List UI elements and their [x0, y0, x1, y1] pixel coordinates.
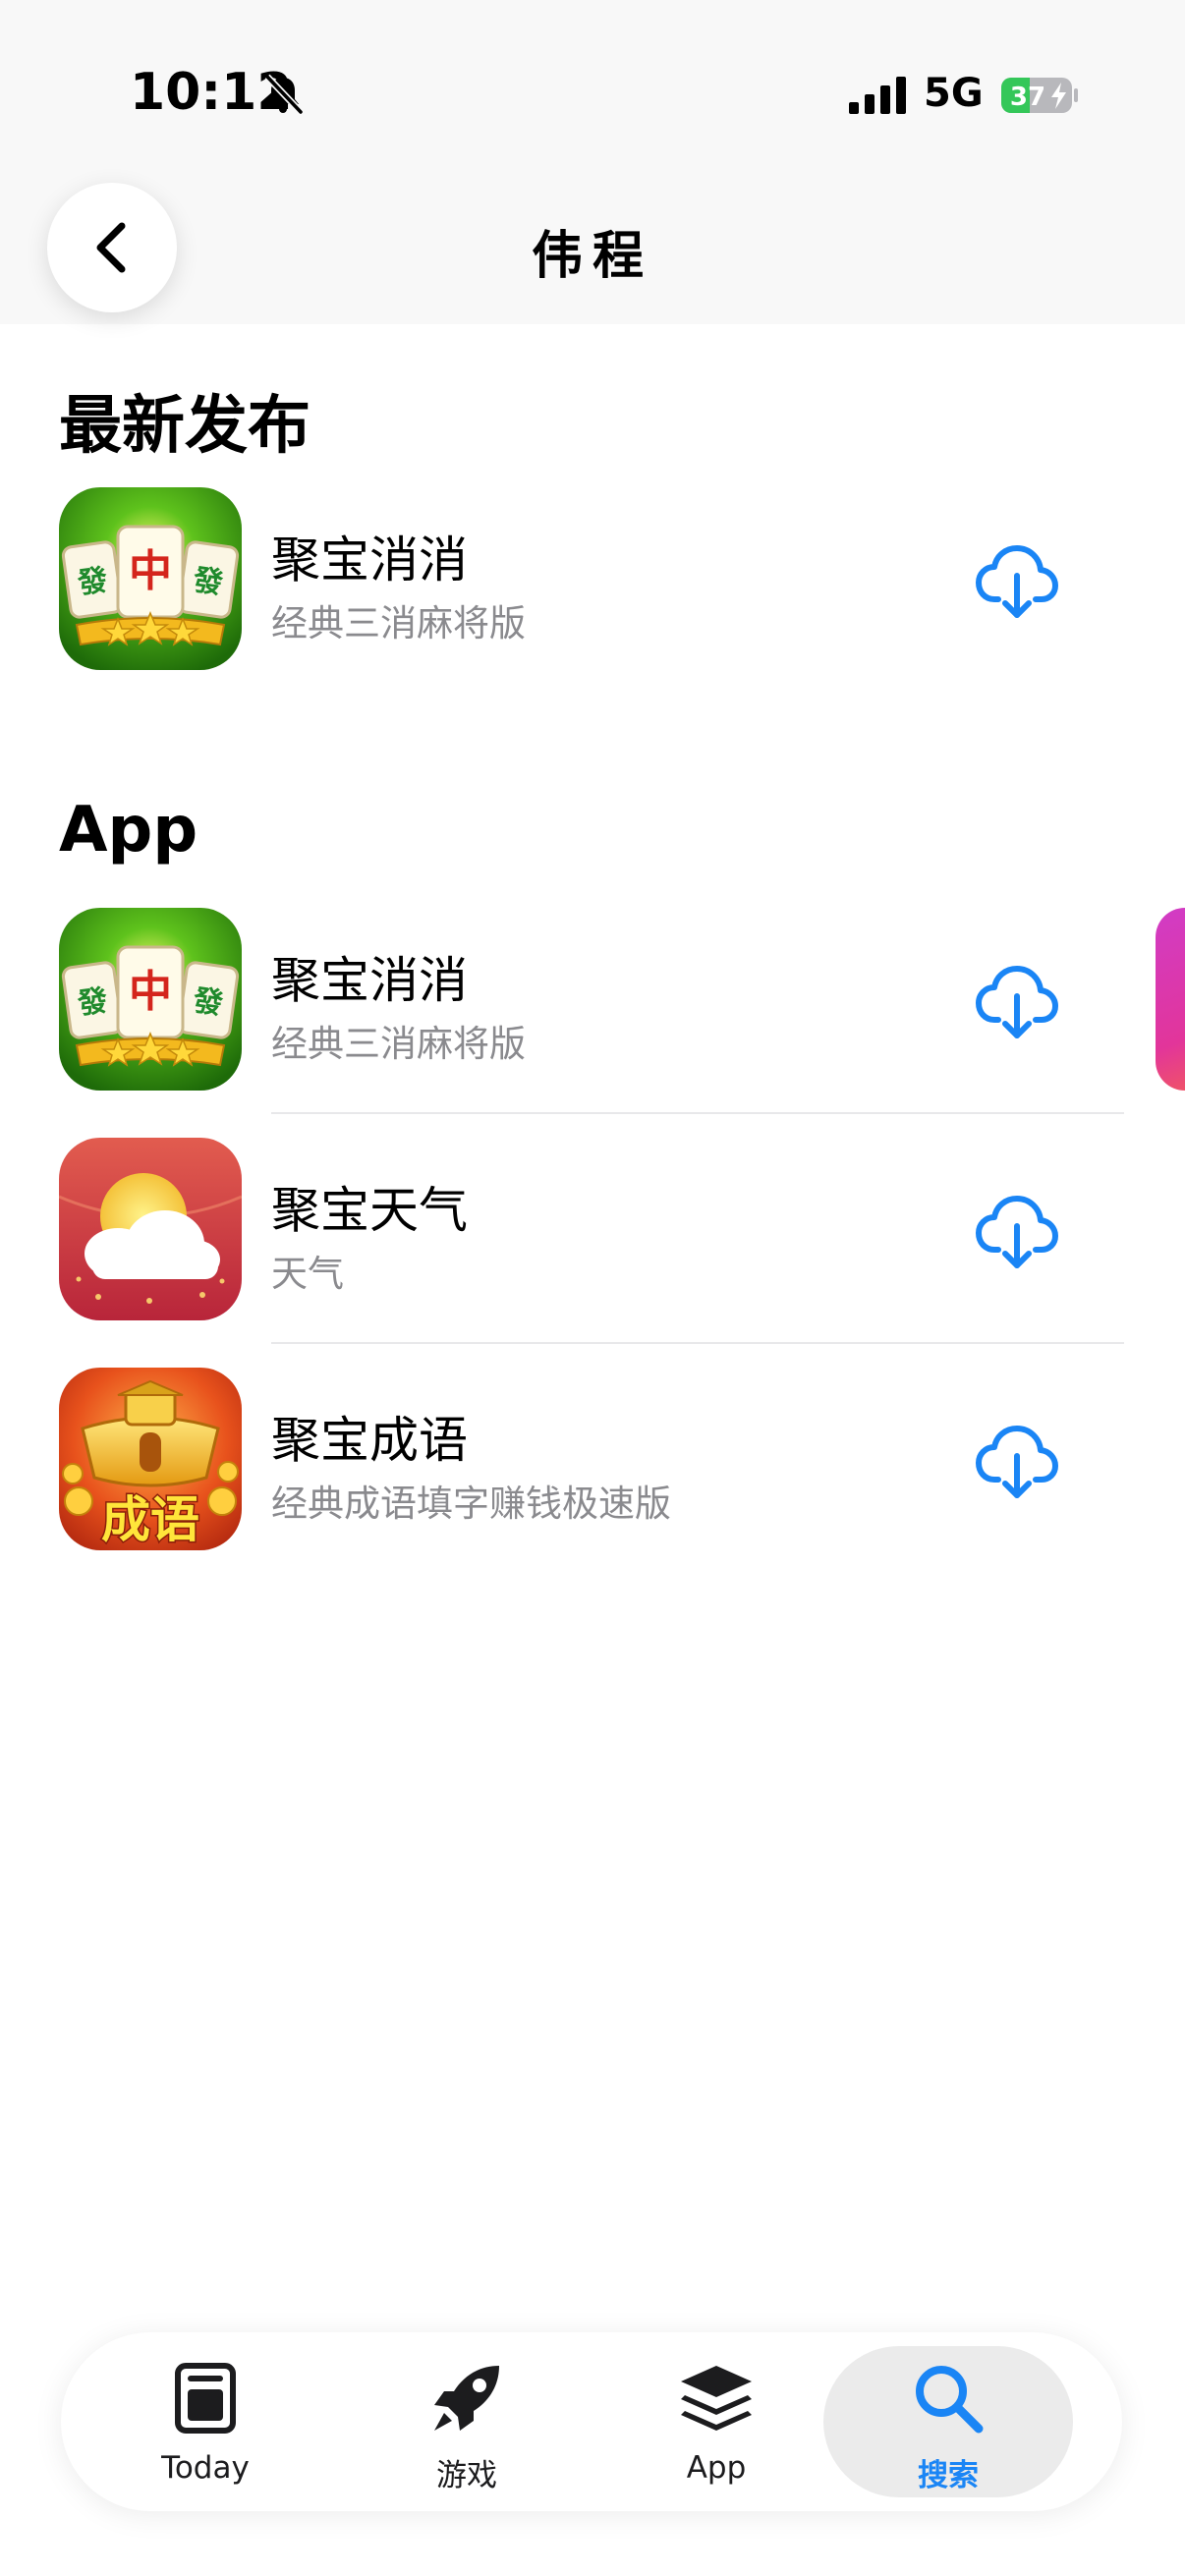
row-divider [271, 1342, 1124, 1344]
app-subtitle: 天气 [271, 1253, 344, 1295]
tab-today[interactable]: Today [81, 2332, 330, 2511]
tab-label: Today [161, 2450, 250, 2486]
status-bar: 10:12 5G 37 [0, 0, 1185, 187]
app-subtitle: 经典成语填字赚钱极速版 [271, 1483, 671, 1525]
svg-text:發: 發 [190, 983, 225, 1022]
tab-label: App [686, 2450, 747, 2486]
bell-slash-icon [264, 74, 304, 115]
tab-label: 搜索 [918, 2458, 979, 2493]
cloud-download-icon[interactable] [973, 957, 1061, 1045]
today-icon [175, 2363, 236, 2434]
cloud-download-icon[interactable] [973, 1417, 1061, 1505]
cloud-download-icon[interactable] [973, 536, 1061, 625]
battery-icon: 37 [1001, 78, 1078, 113]
tab-apps[interactable]: App [592, 2332, 841, 2511]
mahjong-app-icon: 發 發 中 [59, 487, 242, 670]
battery-level: 37 [1010, 83, 1045, 112]
idiom-app-icon: 成语 [59, 1368, 242, 1550]
svg-text:發: 發 [75, 563, 110, 601]
app-name: 聚宝消消 [271, 952, 468, 1009]
weather-app-icon [59, 1138, 242, 1320]
row-divider [271, 1112, 1124, 1114]
tab-games[interactable]: 游戏 [342, 2332, 592, 2511]
app-subtitle: 经典三消麻将版 [271, 1023, 526, 1065]
tab-bar: Today 游戏 App 搜索 [61, 2332, 1122, 2511]
svg-text:中: 中 [129, 546, 172, 596]
app-subtitle: 经典三消麻将版 [271, 602, 526, 644]
app-name: 聚宝天气 [271, 1182, 468, 1239]
app-name: 聚宝消消 [271, 532, 468, 588]
app-row-weather[interactable]: 聚宝天气 天气 [0, 1138, 1185, 1344]
app-row-latest-mahjong[interactable]: 發 發 中 聚宝消消 经典三消麻将版 [0, 487, 1185, 694]
svg-text:發: 發 [75, 983, 110, 1022]
page-title: 伟程 [531, 227, 653, 286]
app-row-idiom[interactable]: 成语 聚宝成语 经典成语填字赚钱极速版 [0, 1368, 1185, 1574]
app-row-mahjong[interactable]: 發 發 中 聚宝消消 经典三消麻将版 [0, 908, 1185, 1114]
svg-text:中: 中 [129, 967, 172, 1017]
section-heading-apps: App [59, 794, 198, 867]
tab-label: 游戏 [436, 2458, 497, 2493]
app-name: 聚宝成语 [271, 1412, 468, 1469]
cloud-download-icon[interactable] [973, 1187, 1061, 1275]
mahjong-app-icon: 發 發 中 [59, 908, 242, 1091]
rocket-icon [434, 2366, 499, 2431]
layers-icon [681, 2366, 752, 2431]
signal-icon [849, 77, 906, 114]
tab-search[interactable]: 搜索 [823, 2346, 1073, 2497]
network-type: 5G [924, 71, 984, 116]
svg-text:成语: 成语 [101, 1491, 199, 1548]
search-icon [916, 2366, 984, 2434]
section-heading-latest: 最新发布 [59, 390, 310, 463]
svg-text:發: 發 [190, 563, 225, 601]
